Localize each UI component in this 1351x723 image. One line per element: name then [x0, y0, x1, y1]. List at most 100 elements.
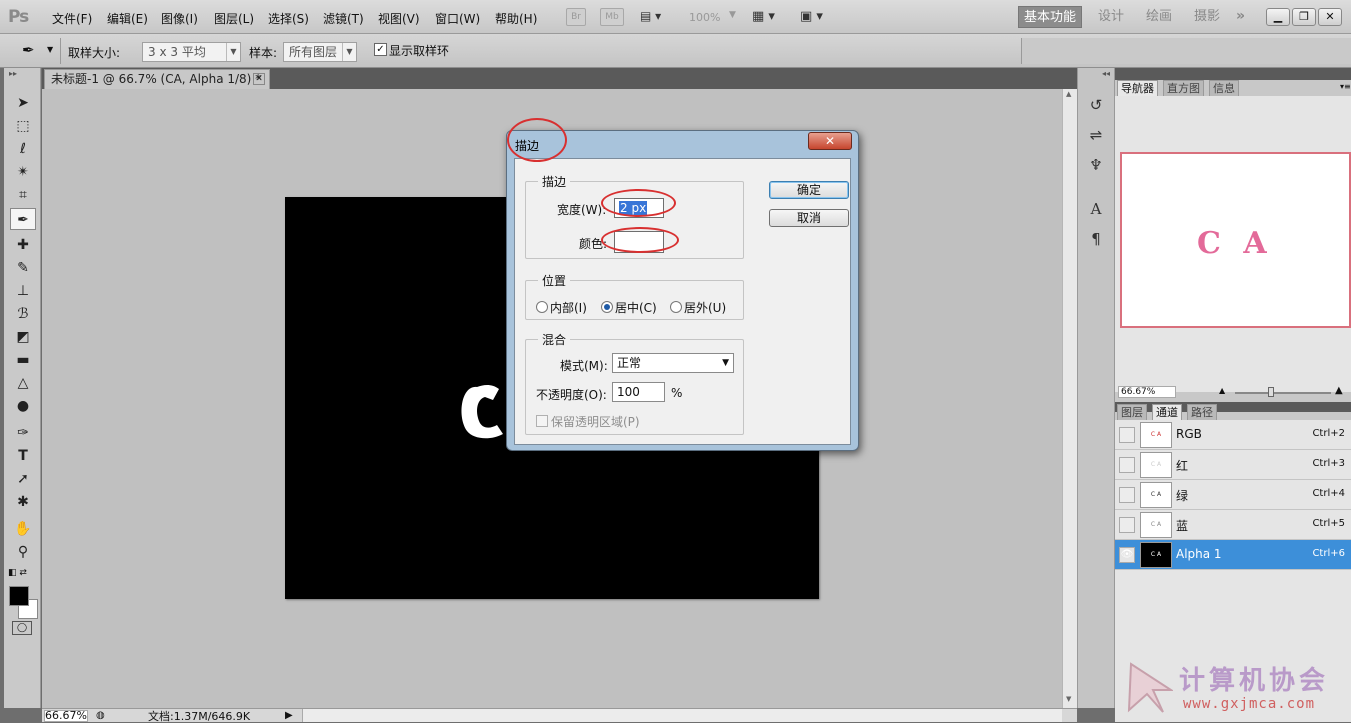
type-tool-icon[interactable]: T — [10, 445, 36, 467]
workspace-essentials[interactable]: 基本功能 — [1018, 6, 1083, 28]
panel-menu-icon[interactable]: ▾≡ — [1340, 82, 1351, 91]
eyedropper-preset-icon[interactable]: ✒ — [22, 41, 35, 59]
screen-mode-icon[interactable]: ▣ ▾ — [800, 9, 823, 24]
marquee-tool-icon[interactable]: ⬚ — [10, 115, 36, 137]
mini-bridge-button[interactable]: Mb — [600, 8, 624, 26]
blur-tool-icon[interactable]: △ — [10, 372, 36, 394]
channel-thumbnail: C A — [1140, 452, 1172, 478]
zoom-slider-thumb[interactable] — [1268, 387, 1274, 397]
chevron-down-icon[interactable]: ▼ — [47, 45, 53, 54]
close-window-button[interactable]: ✕ — [1318, 8, 1342, 26]
dialog-close-button[interactable]: ✕ — [808, 132, 852, 150]
menu-edit[interactable]: 编辑(E) — [107, 10, 148, 27]
dodge-tool-icon[interactable]: ● — [10, 395, 36, 417]
horizontal-scrollbar[interactable] — [302, 709, 1062, 722]
workspace-photography[interactable]: 摄影 — [1194, 6, 1220, 28]
extras-menu-icon[interactable]: ▤ ▾ — [640, 9, 661, 23]
menu-file[interactable]: 文件(F) — [52, 10, 92, 27]
channel-row-green[interactable]: C A 绿 Ctrl+4 — [1115, 480, 1351, 510]
menu-help[interactable]: 帮助(H) — [495, 10, 537, 27]
clone-stamp-tool-icon[interactable]: ⊥ — [10, 280, 36, 302]
zoom-level-menu[interactable]: 100% — [689, 11, 720, 24]
menu-view[interactable]: 视图(V) — [378, 10, 420, 27]
eyedropper-tool-icon[interactable]: ✒ — [10, 208, 36, 230]
actions-panel-icon[interactable]: ⇌ — [1085, 124, 1107, 146]
close-tab-icon[interactable]: ✕ — [253, 73, 265, 85]
ok-button[interactable]: 确定 — [769, 181, 849, 199]
default-colors-icon[interactable]: ◧ ⇄ — [8, 568, 27, 578]
menu-filter[interactable]: 滤镜(T) — [323, 10, 364, 27]
channel-row-rgb[interactable]: C A RGB Ctrl+2 — [1115, 420, 1351, 450]
vertical-scrollbar[interactable]: ▲ ▼ — [1062, 89, 1077, 709]
hand-tool-icon[interactable]: ✋ — [10, 518, 36, 540]
move-tool-icon[interactable]: ➤ — [10, 92, 36, 114]
cancel-button[interactable]: 取消 — [769, 209, 849, 227]
channel-row-alpha[interactable]: 👁 C A Alpha 1 Ctrl+6 — [1115, 540, 1351, 570]
visibility-toggle[interactable] — [1119, 517, 1135, 533]
eraser-tool-icon[interactable]: ◩ — [10, 326, 36, 348]
custom-shape-tool-icon[interactable]: ✱ — [10, 491, 36, 513]
opacity-input[interactable]: 100 — [612, 382, 665, 402]
character-panel-icon[interactable]: A — [1085, 198, 1107, 220]
workspace-painting[interactable]: 绘画 — [1146, 6, 1172, 28]
visibility-toggle[interactable] — [1119, 457, 1135, 473]
visibility-toggle[interactable] — [1119, 487, 1135, 503]
healing-brush-tool-icon[interactable]: ✚ — [10, 234, 36, 256]
status-menu-arrow-icon[interactable]: ▶ — [285, 709, 293, 722]
tab-channels[interactable]: 通道 — [1152, 404, 1182, 420]
brush-tool-icon[interactable]: ✎ — [10, 257, 36, 279]
sample-select[interactable]: 所有图层 ▼ — [283, 42, 357, 62]
lasso-tool-icon[interactable]: ℓ — [10, 138, 36, 160]
arrange-documents-icon[interactable]: ▦ ▾ — [752, 9, 775, 24]
history-brush-tool-icon[interactable]: ℬ — [10, 303, 36, 325]
position-outside-radio[interactable] — [670, 301, 682, 313]
position-center-radio[interactable] — [601, 301, 613, 313]
zoom-out-icon[interactable]: ▲ — [1219, 386, 1225, 395]
magic-wand-tool-icon[interactable]: ✴ — [10, 161, 36, 183]
scroll-up-icon[interactable]: ▲ — [1066, 90, 1071, 98]
tab-navigator[interactable]: 导航器 — [1117, 80, 1158, 96]
gradient-tool-icon[interactable]: ▬ — [10, 349, 36, 371]
more-workspaces-icon[interactable]: » — [1236, 8, 1245, 24]
zoom-field[interactable]: 66.67% — [44, 710, 88, 722]
position-inside-radio[interactable] — [536, 301, 548, 313]
zoom-tool-icon[interactable]: ⚲ — [10, 541, 36, 563]
preserve-transparency-checkbox[interactable] — [536, 415, 548, 427]
navigator-zoom-field[interactable]: 66.67% — [1118, 386, 1176, 398]
menu-select[interactable]: 选择(S) — [268, 10, 309, 27]
history-panel-icon[interactable]: ↺ — [1085, 94, 1107, 116]
menu-image[interactable]: 图像(I) — [161, 10, 198, 27]
pen-tool-icon[interactable]: ✑ — [10, 422, 36, 444]
tab-info[interactable]: 信息 — [1209, 80, 1239, 96]
channel-row-red[interactable]: C A 红 Ctrl+3 — [1115, 450, 1351, 480]
navigator-zoom-slider[interactable] — [1235, 392, 1331, 394]
collapse-panels-icon[interactable]: ◂◂ — [1102, 69, 1110, 78]
navigator-preview[interactable]: C A — [1120, 152, 1351, 328]
tab-layers[interactable]: 图层 — [1117, 404, 1147, 420]
restore-button[interactable]: ❐ — [1292, 8, 1316, 26]
tab-paths[interactable]: 路径 — [1187, 404, 1217, 420]
document-tab[interactable]: 未标题-1 @ 66.7% (CA, Alpha 1/8) * ✕ — [44, 69, 270, 89]
collapse-icon[interactable]: ▸▸ — [9, 69, 17, 78]
workspace-design[interactable]: 设计 — [1098, 6, 1124, 28]
crop-tool-icon[interactable]: ⌗ — [10, 184, 36, 206]
visibility-toggle[interactable] — [1119, 427, 1135, 443]
eye-icon[interactable]: 👁 — [1119, 547, 1135, 563]
sample-size-select[interactable]: 3 x 3 平均 ▼ — [142, 42, 241, 62]
zoom-in-icon[interactable]: ▲ — [1335, 385, 1343, 396]
scroll-down-icon[interactable]: ▼ — [1066, 695, 1071, 703]
paragraph-panel-icon[interactable]: ¶ — [1085, 228, 1107, 250]
path-selection-tool-icon[interactable]: ➚ — [10, 468, 36, 490]
bridge-button[interactable]: Br — [566, 8, 586, 26]
show-ring-checkbox[interactable]: ✓ — [374, 43, 387, 56]
quick-mask-icon[interactable]: ◯ — [12, 621, 32, 635]
channel-row-blue[interactable]: C A 蓝 Ctrl+5 — [1115, 510, 1351, 540]
brush-presets-icon[interactable]: ♆ — [1085, 154, 1107, 176]
status-info-icon[interactable]: ◍ — [96, 709, 105, 722]
menu-window[interactable]: 窗口(W) — [435, 10, 480, 27]
mode-select[interactable]: 正常 ▼ — [612, 353, 734, 373]
foreground-color-swatch[interactable] — [9, 586, 29, 606]
minimize-button[interactable]: ▁ — [1266, 8, 1290, 26]
menu-layer[interactable]: 图层(L) — [214, 10, 254, 27]
tab-histogram[interactable]: 直方图 — [1163, 80, 1204, 96]
